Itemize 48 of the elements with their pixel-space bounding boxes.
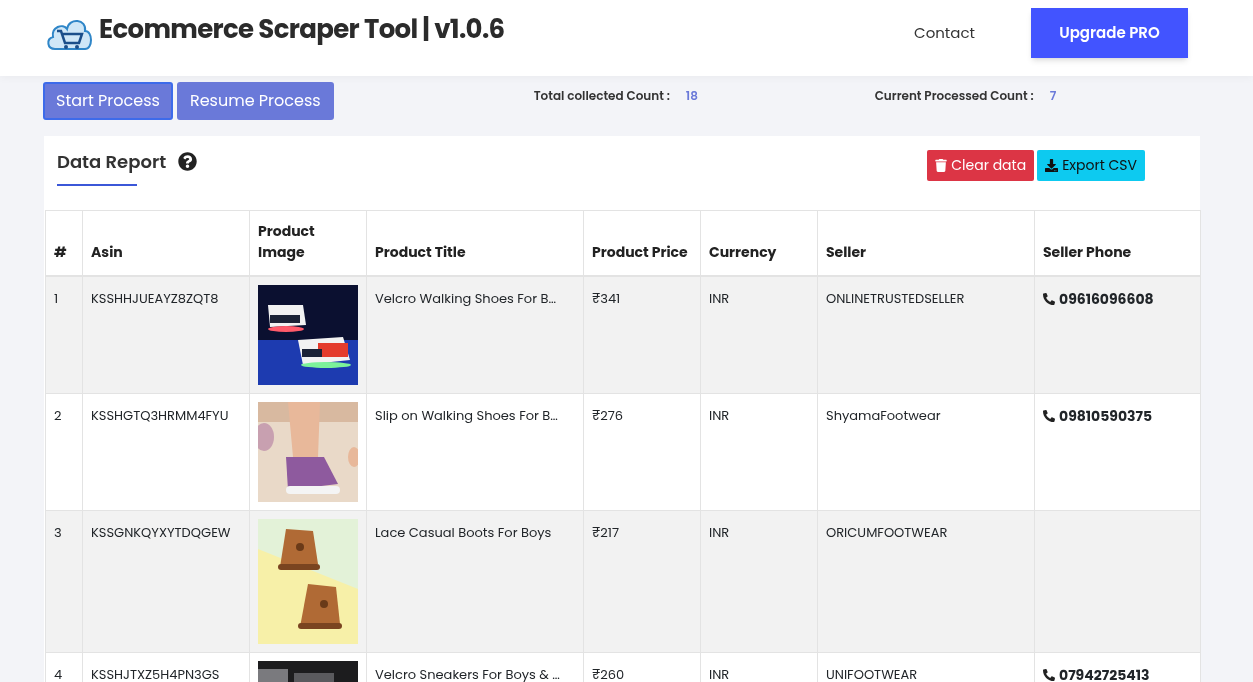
table-cell: Lace Casual Boots For Boys: [366, 510, 584, 652]
process-button[interactable]: Start Process: [43, 82, 173, 120]
column-header: #: [45, 210, 83, 276]
column-header: Product Title: [366, 210, 584, 276]
report-title: Data Report: [57, 148, 167, 175]
phone-icon: [1043, 669, 1055, 681]
table-cell: KSSHHJUEAYZ8ZQT8: [82, 275, 250, 393]
column-header: Seller Phone: [1034, 210, 1201, 276]
table-cell: 2: [45, 393, 83, 510]
column-header: Asin: [82, 210, 250, 276]
phone-icon: [1043, 410, 1055, 422]
table-cell: KSSHGTQ3HRMM4FYU: [82, 393, 250, 510]
table-cell: ₹341: [583, 275, 701, 393]
upgrade-button[interactable]: Upgrade PRO: [1031, 8, 1188, 58]
trash-icon: [935, 159, 948, 172]
table-cell: ₹276: [583, 393, 701, 510]
table-cell: 4: [45, 652, 83, 682]
table-cell: INR: [700, 393, 818, 510]
table-cell: Slip on Walking Shoes For B…: [366, 393, 584, 510]
table-cell: ShyamaFootwear: [817, 393, 1035, 510]
column-header: Product Price: [583, 210, 701, 276]
phone-icon: [1043, 293, 1055, 305]
column-header: Seller: [817, 210, 1035, 276]
process-button[interactable]: Resume Process: [176, 82, 334, 120]
table-cell: ₹217: [583, 510, 701, 652]
table-cell: ORICUMFOOTWEAR: [817, 510, 1035, 652]
count-label: Total collected Count :: [533, 87, 670, 105]
table-cell: INR: [700, 510, 818, 652]
help-icon[interactable]: [178, 152, 198, 171]
count-value: 7: [1049, 87, 1057, 105]
table-cell: Velcro Walking Shoes For B…: [366, 275, 584, 393]
app-title: Ecommerce Scraper Tool | v1.0.6: [99, 9, 505, 49]
contact-link[interactable]: Contact: [914, 21, 975, 45]
count-label: Current Processed Count :: [874, 87, 1034, 105]
download-icon: [1045, 159, 1059, 172]
column-header: Currency: [700, 210, 818, 276]
table-cell: INR: [700, 275, 818, 393]
column-header: Product Image: [249, 210, 367, 276]
table-cell: KSSGNKQYXYTDQGEW: [82, 510, 250, 652]
phone-number: 09616096608: [1059, 288, 1154, 310]
table-cell: 3: [45, 510, 83, 652]
export-csv-button[interactable]: Export CSV: [1037, 150, 1145, 181]
phone-number: 09810590375: [1059, 405, 1153, 427]
table-cell: 1: [45, 275, 83, 393]
count-value: 18: [685, 87, 698, 105]
phone-number: 07942725413: [1059, 664, 1150, 682]
clear-data-button[interactable]: Clear data: [927, 150, 1035, 181]
table-cell: ONLINETRUSTEDSELLER: [817, 275, 1035, 393]
